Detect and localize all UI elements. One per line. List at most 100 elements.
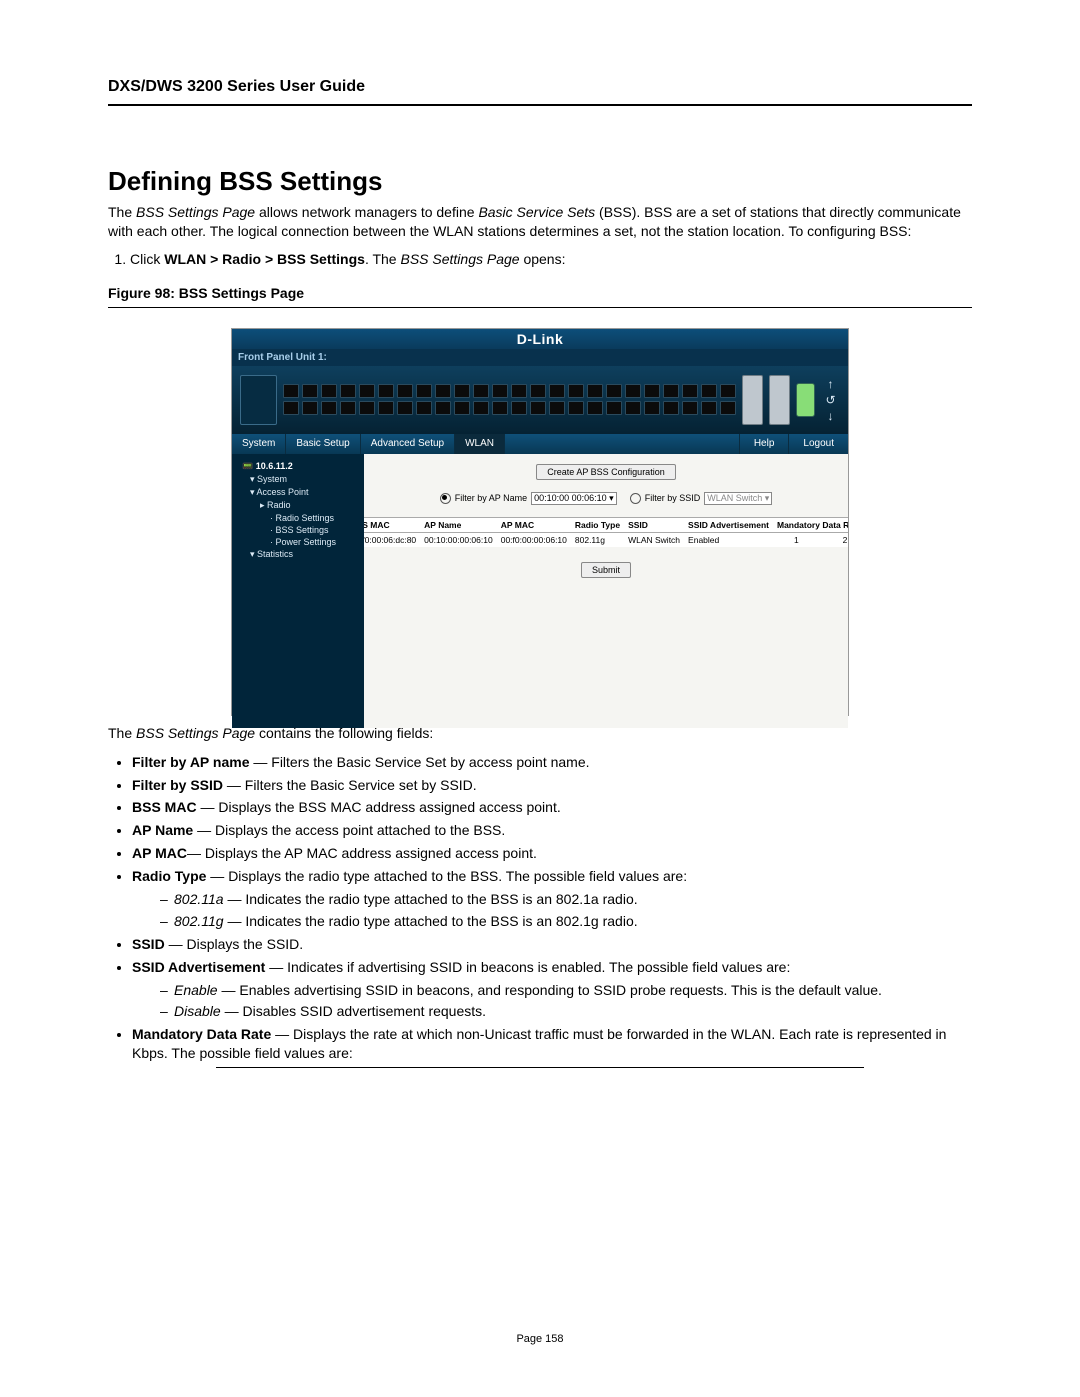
port-icon bbox=[720, 384, 736, 398]
port-icon bbox=[644, 401, 660, 415]
field-name: Radio Type bbox=[132, 868, 206, 884]
tree-system[interactable]: ▾ System bbox=[236, 473, 360, 486]
port-icon bbox=[701, 384, 717, 398]
list-item: Radio Type — Displays the radio type att… bbox=[132, 867, 972, 931]
filter-ssid-label: Filter by SSID bbox=[645, 493, 701, 503]
port-icon bbox=[321, 384, 337, 398]
menu-advanced-setup[interactable]: Advanced Setup bbox=[361, 434, 455, 454]
doc-title: DXS/DWS 3200 Series User Guide bbox=[108, 78, 972, 96]
steps-list: Click WLAN > Radio > BSS Settings. The B… bbox=[130, 251, 972, 267]
field-desc: — Displays the AP MAC address assigned a… bbox=[187, 845, 537, 861]
filter-ap-label: Filter by AP Name bbox=[455, 493, 527, 503]
refresh-icon[interactable]: ↺ bbox=[825, 394, 835, 406]
port-icon bbox=[397, 384, 413, 398]
field-name: Mandatory Data Rate bbox=[132, 1026, 271, 1042]
menu-help[interactable]: Help bbox=[739, 434, 789, 454]
nav-tree: 📟 10.6.11.2 ▾ System ▾ Access Point ▸ Ra… bbox=[232, 454, 364, 728]
field-name: Disable bbox=[174, 1003, 221, 1019]
table-row[interactable]: 00:f0:00:06:dc:80 00:10:00:00:06:10 00:f… bbox=[364, 532, 848, 547]
th-ap-name: AP Name bbox=[420, 517, 497, 532]
device-label-block bbox=[240, 375, 277, 425]
menu-logout[interactable]: Logout bbox=[788, 434, 848, 454]
port-icon bbox=[302, 384, 318, 398]
arrow-down-icon[interactable]: ↓ bbox=[827, 410, 833, 422]
list-item: AP Name — Displays the access point atta… bbox=[132, 821, 972, 840]
td-bss-mac: 00:f0:00:06:dc:80 bbox=[364, 532, 420, 547]
tree-bss-settings[interactable]: · BSS Settings bbox=[236, 524, 360, 536]
front-panel-label: Front Panel Unit 1: bbox=[232, 349, 848, 366]
figure-rule bbox=[108, 307, 972, 308]
port-icon bbox=[720, 401, 736, 415]
port-icon bbox=[549, 384, 565, 398]
port-icon bbox=[473, 401, 489, 415]
port-icon bbox=[321, 401, 337, 415]
td-radio-type: 802.11g bbox=[571, 532, 624, 547]
footer-rule bbox=[216, 1067, 864, 1068]
field-desc: — Displays the BSS MAC address assigned … bbox=[197, 799, 561, 815]
arrow-up-icon[interactable]: ↑ bbox=[827, 378, 833, 390]
field-desc: — Enables advertising SSID in beacons, a… bbox=[218, 982, 882, 998]
port-icon bbox=[378, 401, 394, 415]
field-desc: — Filters the Basic Service Set by acces… bbox=[249, 754, 589, 770]
filter-ap-select[interactable]: 00:10:00 00:06:10 ▾ bbox=[531, 492, 617, 505]
tree-label: Radio Settings bbox=[276, 513, 335, 523]
header-rule bbox=[108, 104, 972, 106]
text: The bbox=[108, 725, 136, 741]
port-icon bbox=[359, 384, 375, 398]
submit-button[interactable]: Submit bbox=[581, 562, 631, 578]
port-icon bbox=[587, 401, 603, 415]
menu-system[interactable]: System bbox=[232, 434, 286, 454]
tree-label: System bbox=[257, 474, 287, 484]
menu-wlan[interactable]: WLAN bbox=[455, 434, 505, 454]
filter-ssid-radio[interactable] bbox=[630, 493, 641, 504]
tree-label: Statistics bbox=[257, 549, 293, 559]
port-row-top bbox=[283, 384, 736, 398]
create-config-button[interactable]: Create AP BSS Configuration bbox=[536, 464, 675, 480]
port-icon bbox=[340, 384, 356, 398]
th-bss-mac: BSS MAC bbox=[364, 517, 420, 532]
text: allows network managers to define bbox=[255, 204, 478, 220]
td-ap-name: 00:10:00:00:06:10 bbox=[420, 532, 497, 547]
port-icon bbox=[568, 401, 584, 415]
tree-access-point[interactable]: ▾ Access Point bbox=[236, 486, 360, 499]
menu-bar: System Basic Setup Advanced Setup WLAN H… bbox=[232, 434, 848, 454]
port-icon bbox=[454, 401, 470, 415]
field-desc: — Indicates the radio type attached to t… bbox=[224, 891, 638, 907]
tree-root[interactable]: 📟 10.6.11.2 bbox=[236, 460, 360, 473]
filter-ssid-select[interactable]: WLAN Switch ▾ bbox=[704, 492, 772, 505]
intro-paragraph: The BSS Settings Page allows network man… bbox=[108, 203, 972, 241]
th-ap-mac: AP MAC bbox=[497, 517, 571, 532]
port-icon bbox=[378, 384, 394, 398]
menu-basic-setup[interactable]: Basic Setup bbox=[286, 434, 360, 454]
filter-row: Filter by AP Name 00:10:00 00:06:10 ▾ Fi… bbox=[440, 492, 773, 505]
content-pane: Create AP BSS Configuration Filter by AP… bbox=[364, 454, 848, 728]
tree-radio-settings[interactable]: · Radio Settings bbox=[236, 512, 360, 524]
text-italic: BSS Settings Page bbox=[400, 251, 519, 267]
field-desc: — Filters the Basic Service set by SSID. bbox=[223, 777, 477, 793]
field-name: AP Name bbox=[132, 822, 193, 838]
field-desc: — Indicates if advertising SSID in beaco… bbox=[265, 959, 790, 975]
port-icon bbox=[606, 401, 622, 415]
port-icon bbox=[416, 401, 432, 415]
text-bold: WLAN > Radio > BSS Settings bbox=[164, 251, 365, 267]
bss-table: BSS MAC AP Name AP MAC Radio Type SSID S… bbox=[364, 517, 848, 547]
tree-label: Access Point bbox=[257, 487, 309, 497]
port-icon bbox=[644, 384, 660, 398]
list-item: SSID Advertisement — Indicates if advert… bbox=[132, 958, 972, 1022]
port-row-bottom bbox=[283, 401, 736, 415]
tree-radio[interactable]: ▸ Radio bbox=[236, 499, 360, 512]
select-value: WLAN Switch bbox=[707, 493, 762, 503]
filter-ap-radio[interactable] bbox=[440, 493, 451, 504]
port-icon bbox=[283, 401, 299, 415]
port-icon bbox=[511, 384, 527, 398]
tree-statistics[interactable]: ▾ Statistics bbox=[236, 548, 360, 561]
th-radio-type: Radio Type bbox=[571, 517, 624, 532]
field-desc: — Indicates the radio type attached to t… bbox=[224, 913, 638, 929]
field-name: Filter by SSID bbox=[132, 777, 223, 793]
tree-power-settings[interactable]: · Power Settings bbox=[236, 536, 360, 548]
sub-list: 802.11a — Indicates the radio type attac… bbox=[160, 890, 972, 931]
field-desc: — Displays the access point attached to … bbox=[193, 822, 505, 838]
port-icon bbox=[663, 401, 679, 415]
field-list: Filter by AP name — Filters the Basic Se… bbox=[132, 753, 972, 1063]
port-icon bbox=[302, 401, 318, 415]
